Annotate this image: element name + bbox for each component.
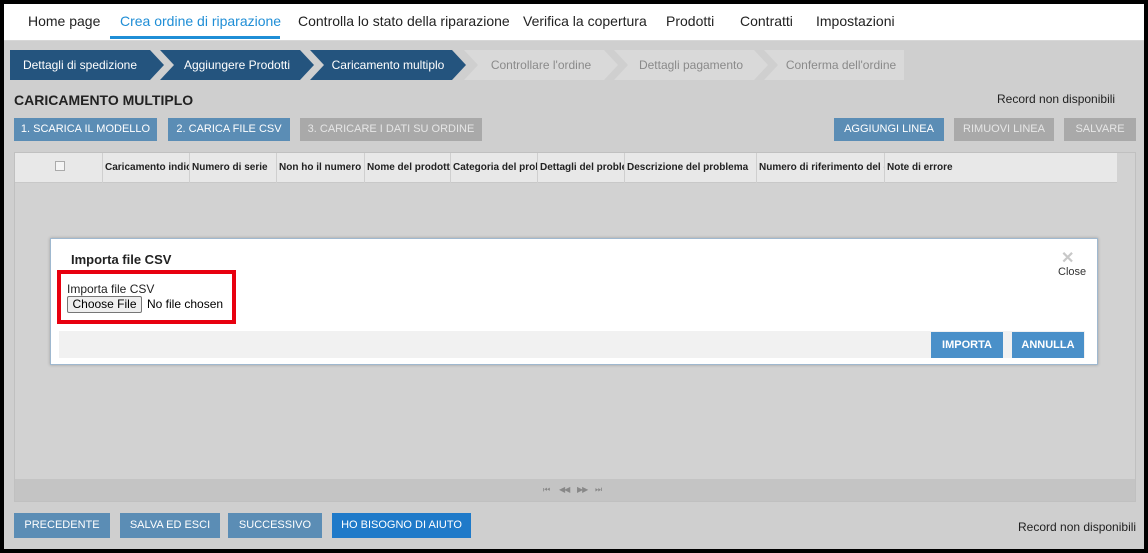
- step-bulk-upload[interactable]: Caricamento multiplo: [310, 50, 466, 80]
- step-label: Dettagli pagamento: [638, 58, 744, 72]
- import-button[interactable]: IMPORTA: [931, 332, 1003, 358]
- step-arrow: [452, 50, 466, 80]
- pager-last-icon[interactable]: ⏭: [595, 485, 602, 495]
- close-icon[interactable]: ✕: [1061, 248, 1074, 268]
- save-and-exit-button[interactable]: SALVA ED ESCI: [120, 513, 220, 538]
- nav-check-repair-status[interactable]: Controlla lo stato della riparazione: [298, 13, 510, 29]
- column-header[interactable]: Caricamento indic: [103, 153, 190, 183]
- download-template-button[interactable]: 1. SCARICA IL MODELLO: [14, 118, 157, 141]
- next-button[interactable]: SUCCESSIVO: [228, 513, 322, 538]
- file-field-label: Importa file CSV: [67, 282, 155, 296]
- nav-check-coverage[interactable]: Verifica la copertura: [523, 13, 647, 29]
- file-status-text: No file chosen: [147, 297, 224, 311]
- choose-file-button[interactable]: Choose File: [67, 296, 142, 313]
- step-order-confirmation[interactable]: Conferma dell'ordine: [764, 50, 904, 80]
- close-button-label[interactable]: Close: [1058, 266, 1086, 278]
- previous-button[interactable]: PRECEDENTE: [14, 513, 110, 538]
- step-arrow: [754, 50, 768, 80]
- select-all-column: [15, 153, 103, 183]
- pager-prev-icon[interactable]: ◀◀: [559, 485, 570, 494]
- step-add-products[interactable]: Aggiungere Prodotti: [160, 50, 314, 80]
- step-label: Controllare l'ordine: [490, 58, 592, 72]
- step-label: Dettagli di spedizione: [22, 58, 138, 72]
- nav-products[interactable]: Prodotti: [666, 13, 714, 29]
- column-header[interactable]: Dettagli del proble: [538, 153, 625, 183]
- active-tab-underline: [110, 36, 280, 39]
- select-all-checkbox[interactable]: [55, 161, 65, 171]
- page-title: CARICAMENTO MULTIPLO: [14, 92, 194, 108]
- column-header[interactable]: Nome del prodotto: [365, 153, 451, 183]
- step-label: Conferma dell'ordine: [785, 58, 897, 72]
- step-review-order[interactable]: Controllare l'ordine: [464, 50, 618, 80]
- column-header[interactable]: Non ho il numero d: [277, 153, 365, 183]
- top-navigation: Home page Crea ordine di riparazione Con…: [4, 4, 1144, 41]
- dialog-title: Importa file CSV: [71, 252, 172, 267]
- step-arrow: [150, 50, 164, 80]
- record-status-top: Record non disponibili: [997, 92, 1116, 106]
- remove-line-button[interactable]: RIMUOVI LINEA: [954, 118, 1054, 141]
- add-line-button[interactable]: AGGIUNGI LINEA: [834, 118, 944, 141]
- grid-pager: ⏮ ◀◀ ▶▶ ⏭: [15, 479, 1135, 501]
- nav-home-page[interactable]: Home page: [28, 13, 100, 29]
- column-header[interactable]: Categoria del prob: [451, 153, 538, 183]
- nav-settings[interactable]: Impostazioni: [816, 13, 895, 29]
- column-header[interactable]: Note di errore: [885, 153, 1117, 183]
- record-status-bottom: Record non disponibili: [1018, 520, 1137, 534]
- pager-next-icon[interactable]: ▶▶: [577, 485, 588, 494]
- nav-contracts[interactable]: Contratti: [740, 13, 793, 29]
- pager-first-icon[interactable]: ⏮: [543, 485, 550, 495]
- upload-csv-button[interactable]: 2. CARICA FILE CSV: [168, 118, 290, 141]
- column-header[interactable]: Descrizione del problema: [625, 153, 757, 183]
- step-payment-details[interactable]: Dettagli pagamento: [614, 50, 768, 80]
- step-arrow: [604, 50, 618, 80]
- help-button[interactable]: HO BISOGNO DI AIUTO: [332, 513, 471, 538]
- step-label: Aggiungere Prodotti: [183, 58, 291, 72]
- column-header[interactable]: Numero di riferimento del cl: [757, 153, 885, 183]
- step-notch: [464, 50, 478, 80]
- step-arrow: [300, 50, 314, 80]
- app-frame: Home page Crea ordine di riparazione Con…: [0, 0, 1148, 553]
- grid-header: Caricamento indic Numero di serie Non ho…: [15, 153, 1117, 183]
- step-label: Caricamento multiplo: [331, 58, 445, 72]
- import-csv-dialog: Importa file CSV ✕ Close Importa file CS…: [50, 238, 1098, 365]
- column-header[interactable]: Numero di serie: [190, 153, 277, 183]
- load-data-to-order-button[interactable]: 3. CARICARE I DATI SU ORDINE: [300, 118, 482, 141]
- wizard-steps: Dettagli di spedizione Aggiungere Prodot…: [10, 50, 910, 80]
- cancel-button[interactable]: ANNULLA: [1012, 332, 1084, 358]
- nav-create-repair-order[interactable]: Crea ordine di riparazione: [120, 13, 281, 29]
- save-button[interactable]: SALVARE: [1064, 118, 1136, 141]
- step-shipping-details[interactable]: Dettagli di spedizione: [10, 50, 164, 80]
